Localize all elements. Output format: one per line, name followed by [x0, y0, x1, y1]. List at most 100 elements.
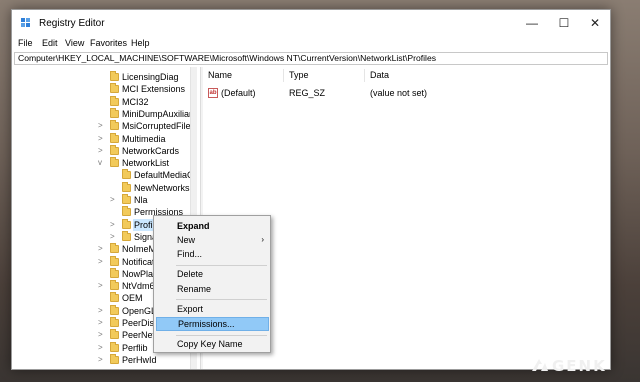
- expand-arrow-icon[interactable]: >: [98, 280, 108, 292]
- tree-item-label: Notificat: [122, 256, 155, 267]
- menu-bar: File Edit View Favorites Help: [12, 37, 610, 50]
- tree-item-label: MCI Extensions: [122, 84, 186, 95]
- folder-icon: [110, 243, 119, 254]
- expand-arrow-icon[interactable]: >: [98, 145, 108, 157]
- tree-item-label: NetworkCards: [122, 145, 180, 156]
- tree-item-label: DefaultMediaC: [134, 170, 194, 181]
- menu-item-delete[interactable]: Delete: [156, 267, 269, 281]
- collapse-arrow-icon[interactable]: v: [98, 157, 108, 169]
- tree-item-label: MCI32: [122, 96, 149, 107]
- tree-item-label: Multimedia: [122, 133, 166, 144]
- folder-icon: [110, 255, 119, 266]
- menu-item-rename-label: Rename: [177, 284, 212, 294]
- expand-arrow-icon[interactable]: >: [98, 133, 108, 145]
- menu-item-export[interactable]: Export: [156, 302, 269, 316]
- value-type: REG_SZ: [289, 88, 326, 98]
- expand-arrow-icon: [98, 71, 108, 83]
- menu-item-new[interactable]: New ›: [156, 233, 269, 247]
- menu-item-expand[interactable]: Expand: [156, 219, 269, 233]
- expand-arrow-icon: [98, 83, 108, 95]
- folder-icon: [110, 267, 119, 278]
- menu-item-permissions-label: Permissions...: [178, 319, 235, 329]
- menu-edit[interactable]: Edit: [42, 38, 58, 48]
- menu-help[interactable]: Help: [131, 38, 150, 48]
- menu-item-permissions[interactable]: Permissions...: [156, 317, 269, 331]
- minimize-button[interactable]: —: [516, 10, 548, 37]
- window-title: Registry Editor: [39, 18, 105, 29]
- menu-item-copy-key-name[interactable]: Copy Key Name: [156, 337, 269, 351]
- value-data: (value not set): [370, 88, 428, 98]
- maximize-button[interactable]: ☐: [548, 10, 580, 37]
- expand-arrow-icon: [98, 108, 108, 120]
- expand-arrow-icon[interactable]: >: [98, 120, 108, 132]
- folder-icon: [122, 206, 131, 217]
- expand-arrow-icon[interactable]: >: [98, 354, 108, 366]
- folder-icon: [110, 95, 119, 106]
- menu-separator: [176, 265, 267, 266]
- close-button[interactable]: ✕: [579, 10, 611, 37]
- menu-file[interactable]: File: [18, 38, 33, 48]
- folder-icon: [122, 169, 131, 180]
- tree-item-label: LicensingDiag: [122, 72, 179, 82]
- column-header-data[interactable]: Data: [366, 69, 516, 82]
- expand-arrow-icon[interactable]: >: [98, 305, 108, 317]
- registry-editor-window: Registry Editor — ☐ ✕ File Edit View Fav…: [11, 9, 611, 370]
- tree-item-label: PerHwId: [122, 354, 157, 365]
- tree-item-label: Nla: [134, 195, 148, 205]
- expand-arrow-icon[interactable]: >: [98, 342, 108, 354]
- folder-icon: [122, 230, 131, 241]
- column-header-name[interactable]: Name: [204, 69, 284, 82]
- expand-arrow-icon: [98, 292, 108, 304]
- folder-icon: [110, 292, 119, 303]
- string-value-icon: ab: [208, 88, 218, 98]
- submenu-arrow-icon: ›: [261, 235, 264, 244]
- folder-icon: [110, 341, 119, 352]
- tree-item-label: MiniDumpAuxiliar: [122, 108, 193, 119]
- menu-item-rename[interactable]: Rename: [156, 282, 269, 296]
- expand-arrow-icon[interactable]: >: [110, 231, 120, 243]
- value-name: (Default): [221, 88, 256, 98]
- folder-icon: [110, 304, 119, 315]
- expand-arrow-icon[interactable]: >: [98, 329, 108, 341]
- watermark-text: GENK: [552, 357, 607, 375]
- menu-item-find[interactable]: Find...: [156, 247, 269, 261]
- expand-arrow-icon: [98, 268, 108, 280]
- menu-item-find-label: Find...: [177, 249, 203, 259]
- tree-item-label: NoImeM: [122, 244, 157, 255]
- menu-separator: [176, 335, 267, 336]
- folder-icon: [110, 157, 119, 168]
- title-bar[interactable]: Registry Editor — ☐ ✕: [12, 10, 610, 37]
- folder-icon: [110, 83, 119, 94]
- menu-item-export-label: Export: [177, 304, 204, 314]
- expand-arrow-icon: [110, 206, 120, 218]
- menu-item-delete-label: Delete: [177, 269, 204, 279]
- expand-arrow-icon[interactable]: >: [98, 317, 108, 329]
- folder-icon: [110, 71, 119, 81]
- tree-item-label: MsiCorruptedFileR: [122, 121, 198, 132]
- tree-item-label: Perflib: [122, 342, 148, 353]
- folder-icon: [110, 317, 119, 327]
- menu-view[interactable]: View: [65, 38, 84, 48]
- watermark: GENK: [530, 355, 634, 377]
- folder-icon: [110, 353, 119, 364]
- menu-separator: [176, 299, 267, 300]
- registry-editor-icon: [21, 18, 32, 29]
- expand-arrow-icon: [110, 169, 120, 181]
- folder-icon: [122, 218, 131, 229]
- expand-arrow-icon[interactable]: >: [110, 219, 120, 231]
- address-bar[interactable]: Computer\HKEY_LOCAL_MACHINE\SOFTWARE\Mic…: [14, 52, 608, 65]
- column-header-type[interactable]: Type: [285, 69, 365, 82]
- expand-arrow-icon[interactable]: >: [110, 194, 120, 206]
- expand-arrow-icon[interactable]: >: [98, 243, 108, 255]
- folder-icon: [110, 144, 119, 155]
- folder-icon: [122, 181, 131, 192]
- menu-item-new-label: New: [177, 235, 196, 245]
- expand-arrow-icon: [98, 96, 108, 108]
- folder-icon: [122, 194, 131, 204]
- expand-arrow-icon[interactable]: >: [98, 256, 108, 268]
- tree-item-label: NewNetworks: [134, 182, 190, 193]
- value-row[interactable]: ab (Default) REG_SZ (value not set): [204, 87, 604, 99]
- menu-favorites[interactable]: Favorites: [90, 38, 127, 48]
- expand-arrow-icon: [110, 182, 120, 194]
- folder-icon: [110, 132, 119, 143]
